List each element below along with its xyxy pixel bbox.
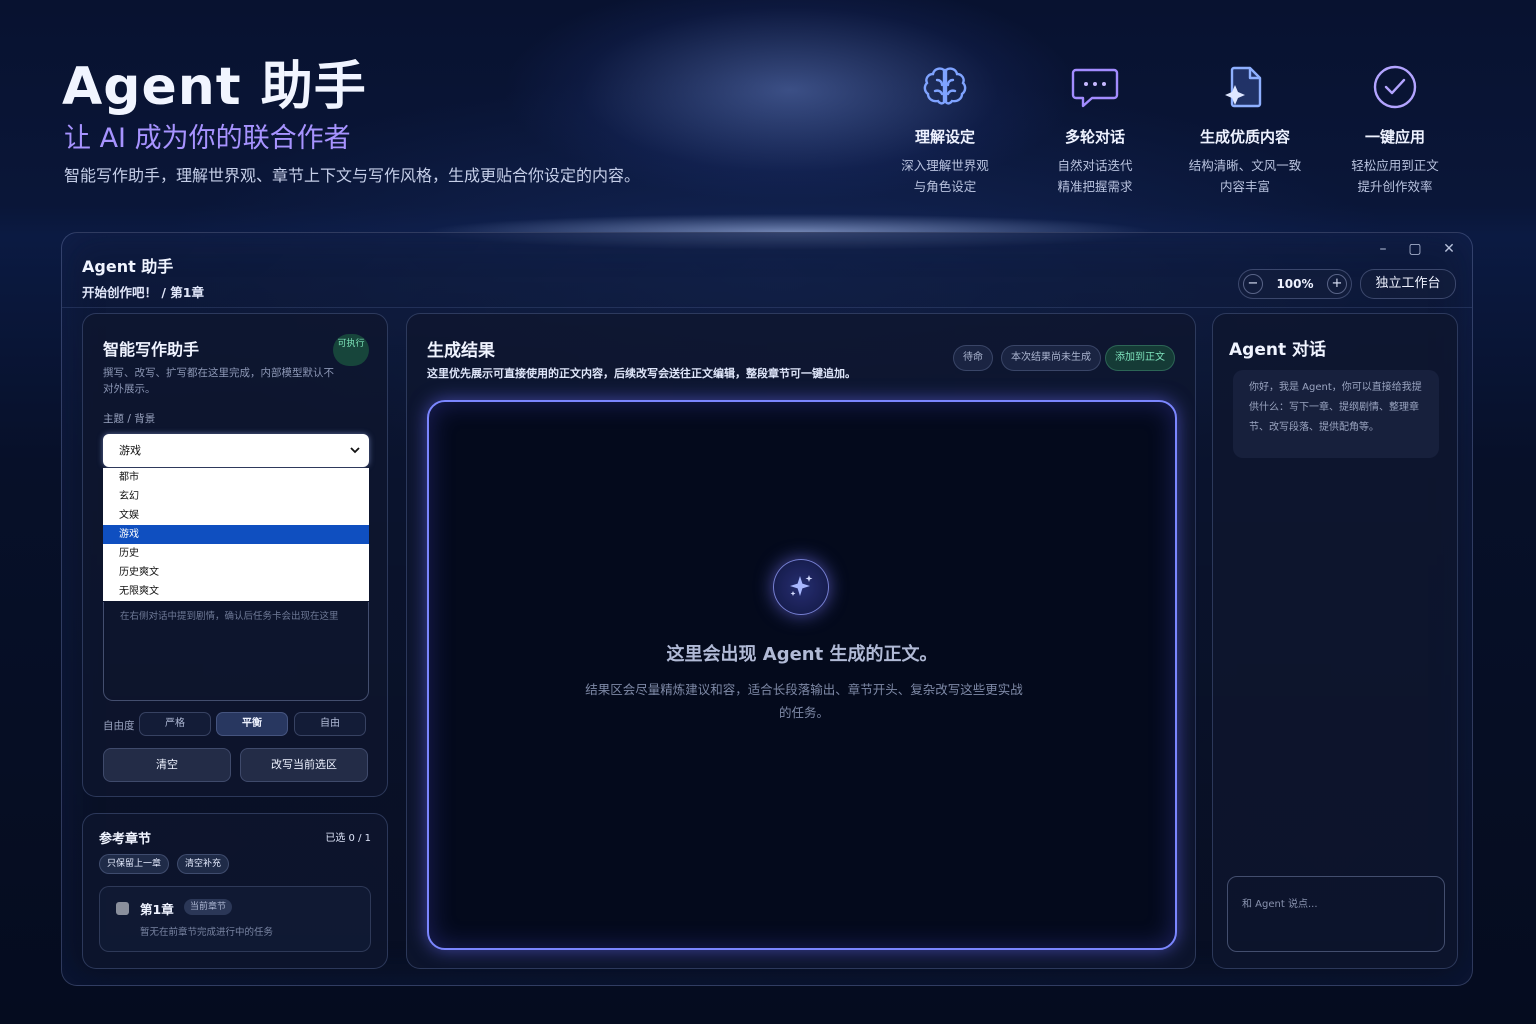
sparkle-document-icon	[1225, 66, 1262, 108]
chat-title: Agent 对话	[1229, 340, 1327, 360]
minimize-button[interactable]: –	[1373, 241, 1393, 257]
freedom-label: 自由度	[103, 720, 135, 732]
feature-title: 多轮对话	[1064, 128, 1125, 146]
reference-title: 参考章节	[99, 832, 152, 847]
result-status-tag: 本次结果尚未生成	[1001, 345, 1101, 371]
feature-generate: 生成优质内容 结构清晰、文风一致 内容丰富	[1170, 62, 1320, 197]
feature-title: 一键应用	[1364, 128, 1425, 146]
assistant-description: 撰写、改写、扩写都在这里完成，内部模型默认不对外展示。	[103, 367, 334, 395]
empty-state-description: 结果区会尽量精炼建议和容，适合长段落输出、章节开头、复杂改写这些更实战的任务。	[585, 682, 1023, 720]
feature-line: 内容丰富	[1219, 179, 1270, 194]
result-card: 生成结果 这里优先展示可直接使用的正文内容，后续改写会送往正文编辑，整段章节可一…	[406, 313, 1196, 969]
result-title: 生成结果	[427, 341, 495, 361]
rewrite-selection-button[interactable]: 改写当前选区	[240, 748, 368, 782]
dropdown-option[interactable]: 历史爽文	[103, 563, 369, 582]
pending-tag: 待命	[953, 345, 993, 371]
agent-window: Agent 助手 开始创作吧！ / 第1章 – ▢ ✕ − 100% + 独立工…	[61, 232, 1473, 986]
header-divider	[62, 307, 1472, 308]
hero-subtitle: 让 AI 成为你的联合作者	[64, 123, 351, 154]
task-textarea[interactable]: 在右侧对话中提到剧情，确认后任务卡会出现在这里	[103, 602, 369, 701]
feature-line: 深入理解世界观	[901, 158, 989, 173]
topic-select[interactable]: 游戏	[103, 434, 369, 467]
zoom-level: 100%	[1276, 277, 1314, 291]
brain-icon	[923, 67, 967, 105]
textarea-placeholder: 在右侧对话中提到剧情，确认后任务卡会出现在这里	[120, 611, 339, 622]
feature-apply: 一键应用 轻松应用到正文 提升创作效率	[1320, 62, 1470, 197]
topic-label: 主题 / 背景	[103, 413, 156, 425]
topic-dropdown: 都市 玄幻 文娱 游戏 历史 历史爽文 无限爽文	[103, 468, 369, 601]
breadcrumb: 开始创作吧！ / 第1章	[82, 285, 204, 300]
feature-line: 结构清晰、文风一致	[1188, 158, 1302, 173]
dropdown-option[interactable]: 都市	[103, 468, 369, 487]
feature-title: 生成优质内容	[1199, 128, 1290, 146]
result-description: 这里优先展示可直接使用的正文内容，后续改写会送往正文编辑，整段章节可一键追加。	[427, 367, 856, 380]
chapter-item[interactable]: 第1章 当前章节 暂无在前章节完成进行中的任务	[99, 886, 371, 952]
feature-line: 自然对话迭代	[1057, 158, 1133, 173]
hero-title: Agent 助手	[62, 57, 367, 117]
feature-line: 提升创作效率	[1357, 179, 1433, 194]
writing-assistant-card: 智能写作助手 可执行 撰写、改写、扩写都在这里完成，内部模型默认不对外展示。 主…	[82, 313, 388, 797]
freedom-free[interactable]: 自由	[294, 712, 366, 736]
empty-state-title: 这里会出现 Agent 生成的正文。	[666, 644, 938, 665]
feature-line: 精准把握需求	[1057, 179, 1133, 194]
keep-previous-chip[interactable]: 只保留上一章	[99, 854, 170, 874]
hero-description: 智能写作助手，理解世界观、章节上下文与写作风格，生成更贴合你设定的内容。	[64, 166, 641, 185]
chat-bubble-icon	[1071, 68, 1119, 108]
zoom-in-button[interactable]: +	[1326, 274, 1347, 294]
chapter-name: 第1章	[140, 902, 174, 917]
agent-chat-card: Agent 对话 你好，我是 Agent，你可以直接给我提供什么：写下一章、提纲…	[1212, 313, 1458, 969]
sparkle-badge	[773, 559, 829, 615]
chevron-down-icon	[350, 447, 360, 454]
chapter-description: 暂无在前章节完成进行中的任务	[140, 927, 274, 938]
clear-button[interactable]: 清空	[103, 748, 231, 782]
check-circle-icon	[1373, 65, 1417, 109]
dropdown-option[interactable]: 历史	[103, 544, 369, 563]
standalone-workspace-button[interactable]: 独立工作台	[1360, 269, 1456, 299]
dropdown-option[interactable]: 玄幻	[103, 487, 369, 506]
chat-input-placeholder: 和 Agent 说点...	[1242, 899, 1318, 910]
dropdown-option[interactable]: 无限爽文	[103, 582, 369, 601]
maximize-button[interactable]: ▢	[1405, 241, 1425, 257]
feature-understand: 理解设定 深入理解世界观 与角色设定	[870, 62, 1020, 197]
zoom-out-button[interactable]: −	[1243, 274, 1263, 294]
feature-list: 理解设定 深入理解世界观 与角色设定 多轮对话 自然对话迭代 精准把握需求 生成优质…	[870, 62, 1470, 197]
feature-title: 理解设定	[914, 128, 975, 146]
clear-extra-chip[interactable]: 清空补充	[177, 854, 230, 874]
agent-message: 你好，我是 Agent，你可以直接给我提供什么：写下一章、提纲剧情、整理章节、改…	[1233, 370, 1439, 458]
feature-line: 轻松应用到正文	[1351, 158, 1439, 173]
selected-count: 已选 0 / 1	[325, 833, 371, 844]
sparkle-icon	[790, 575, 813, 596]
chapter-checkbox[interactable]	[116, 902, 129, 915]
dropdown-option-selected[interactable]: 游戏	[103, 525, 369, 544]
result-output-area: 这里会出现 Agent 生成的正文。 结果区会尽量精炼建议和容，适合长段落输出、…	[427, 400, 1177, 950]
chat-input[interactable]: 和 Agent 说点...	[1227, 876, 1445, 952]
dropdown-option[interactable]: 文娱	[103, 506, 369, 525]
topic-selected-value: 游戏	[119, 444, 141, 457]
close-button[interactable]: ✕	[1439, 241, 1459, 257]
reference-chapters-card: 参考章节 已选 0 / 1 只保留上一章 清空补充 第1章 当前章节 暂无在前章…	[82, 813, 388, 969]
freedom-balanced[interactable]: 平衡	[216, 712, 288, 736]
zoom-control: − 100% +	[1238, 269, 1352, 299]
feature-dialogue: 多轮对话 自然对话迭代 精准把握需求	[1020, 62, 1170, 197]
status-badge: 可执行	[333, 334, 369, 366]
freedom-strict[interactable]: 严格	[139, 712, 211, 736]
window-title: Agent 助手	[82, 257, 174, 276]
feature-line: 与角色设定	[913, 179, 977, 194]
assistant-title: 智能写作助手	[103, 340, 200, 359]
current-chapter-tag: 当前章节	[184, 899, 233, 915]
add-to-text-button[interactable]: 添加到正文	[1105, 345, 1175, 371]
